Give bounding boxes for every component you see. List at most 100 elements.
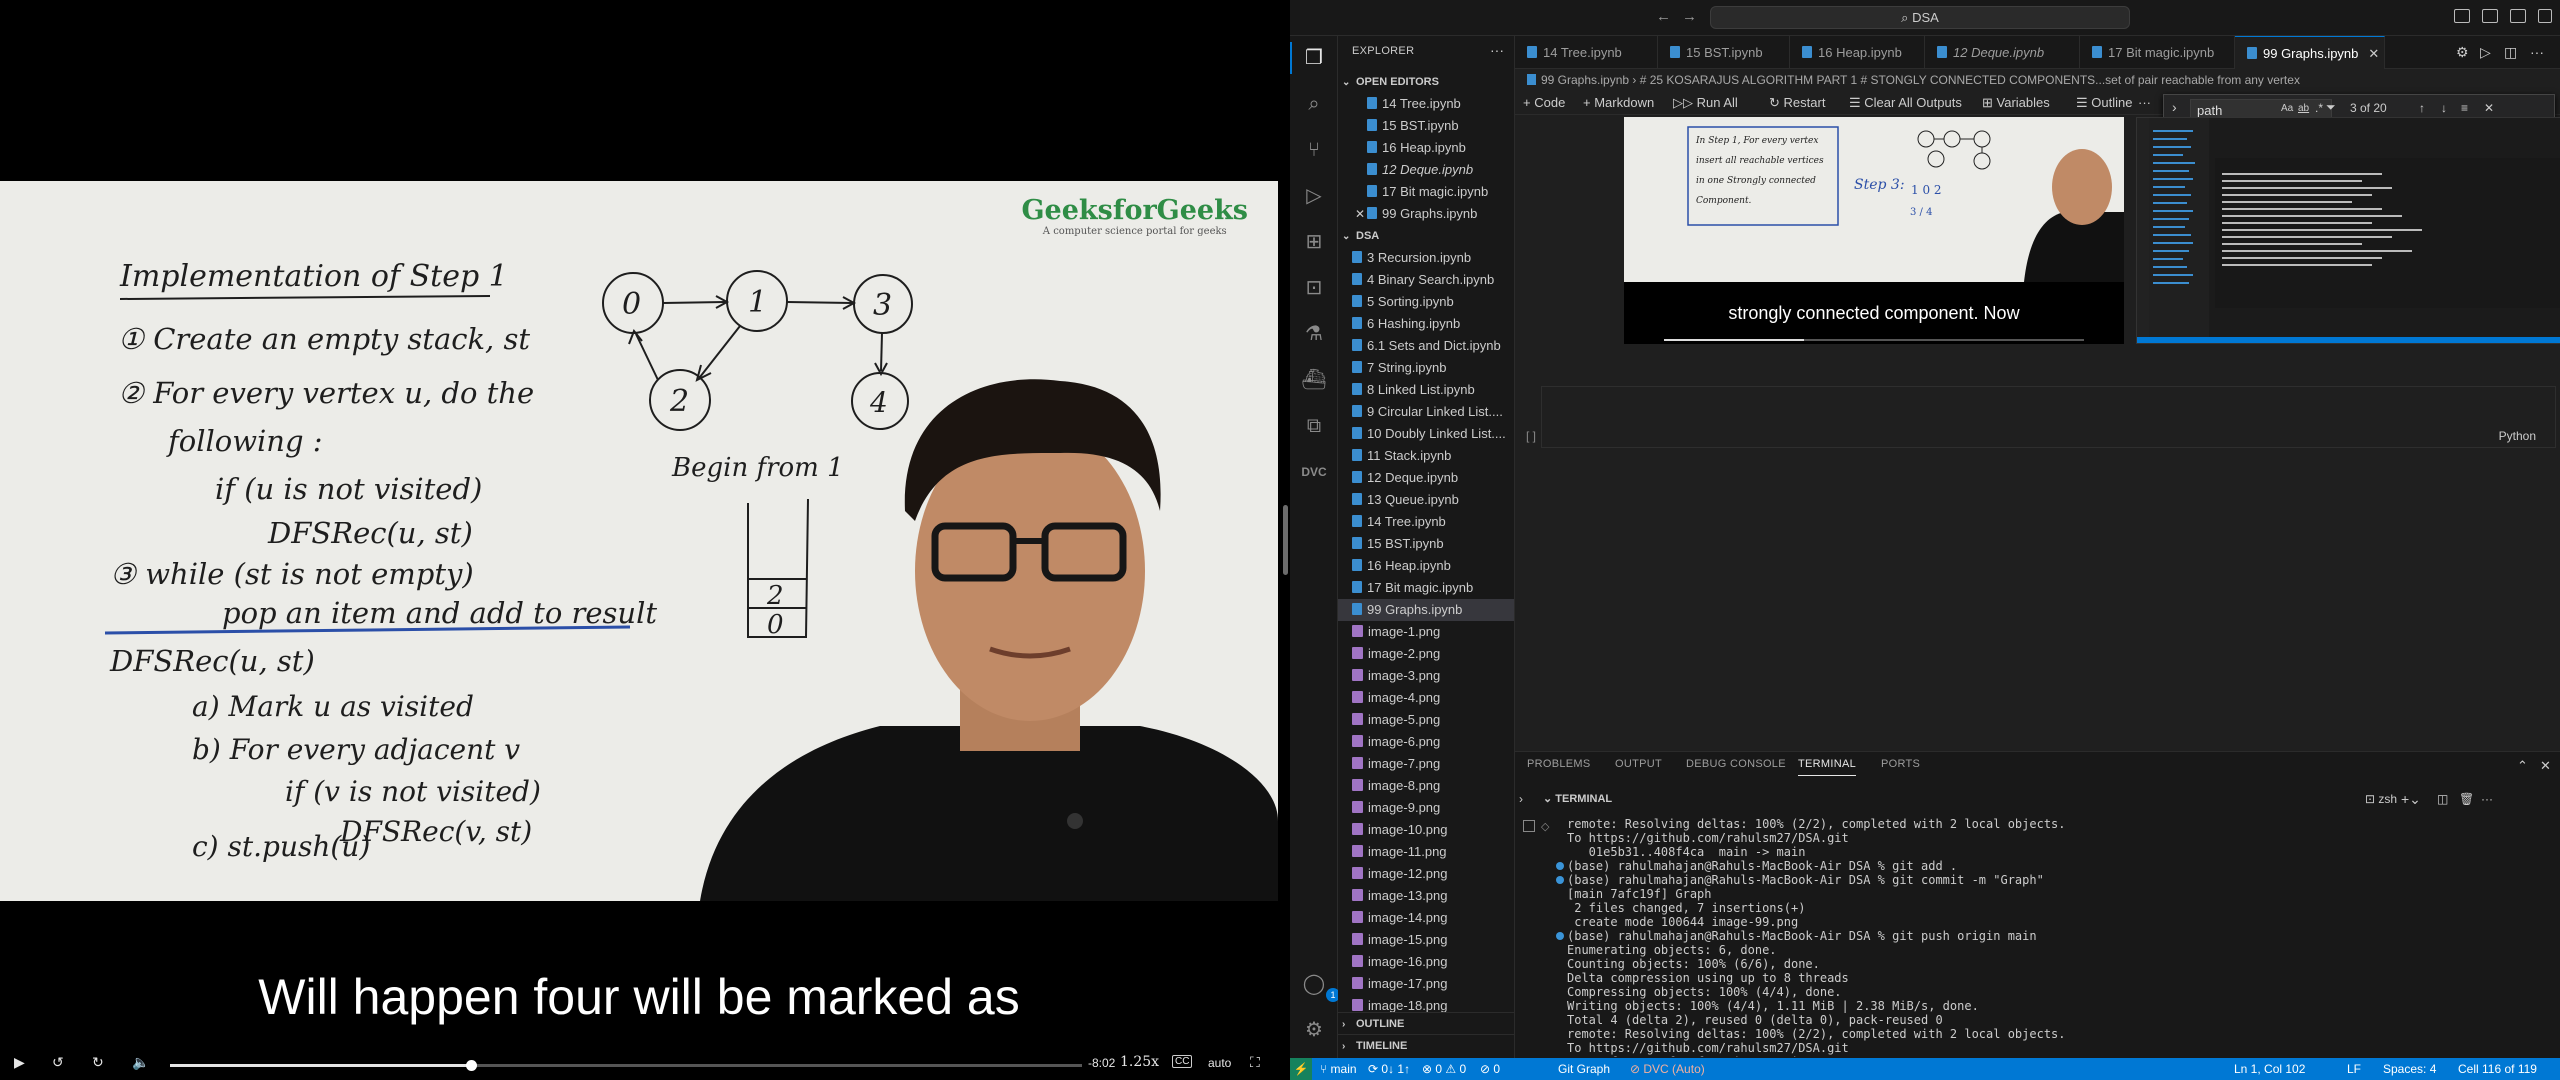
ports-indicator[interactable]: ⊘ 0	[1480, 1058, 1500, 1080]
forward-icon[interactable]: →	[1682, 8, 1697, 25]
close-panel-icon[interactable]: ✕	[2540, 758, 2551, 774]
terminal-collapse-icon[interactable]: ›	[1519, 792, 1523, 806]
clear-outputs-button[interactable]: ☰ Clear All Outputs	[1849, 91, 1962, 115]
file-tree-item[interactable]: image-3.png	[1338, 665, 1514, 687]
open-editor-item[interactable]: 12 Deque.ipynb	[1338, 159, 1514, 181]
end-of-line[interactable]: LF	[2347, 1058, 2361, 1080]
file-tree-item[interactable]: 16 Heap.ipynb	[1338, 555, 1514, 577]
terminal-more-icon[interactable]: ···	[2481, 792, 2493, 806]
panel-tab[interactable]: PROBLEMS	[1527, 758, 1591, 775]
split-terminal-icon[interactable]: ◫	[2437, 792, 2448, 806]
file-tree-item[interactable]: 7 String.ipynb	[1338, 357, 1514, 379]
file-tree-item[interactable]: 15 BST.ipynb	[1338, 533, 1514, 555]
branch-indicator[interactable]: ⑂ main	[1320, 1058, 1357, 1080]
file-tree-item[interactable]: image-8.png	[1338, 775, 1514, 797]
file-tree-item[interactable]: 6 Hashing.ipynb	[1338, 313, 1514, 335]
quality-button[interactable]: auto	[1208, 1056, 1231, 1070]
file-tree-item[interactable]: image-10.png	[1338, 819, 1514, 841]
video-frame[interactable]: Implementation of Step 1 ① Create an emp…	[0, 181, 1278, 901]
extensions-icon[interactable]: ⊞	[1300, 228, 1328, 256]
output-video-thumbnail[interactable]: In Step 1, For every vertex insert all r…	[1624, 117, 2124, 344]
open-editor-item[interactable]: 16 Heap.ipynb	[1338, 137, 1514, 159]
file-tree-item[interactable]: 8 Linked List.ipynb	[1338, 379, 1514, 401]
indentation[interactable]: Spaces: 4	[2383, 1058, 2436, 1080]
file-tree-item[interactable]: image-6.png	[1338, 731, 1514, 753]
run-debug-icon[interactable]: ▷	[1300, 182, 1328, 210]
remote-indicator-icon[interactable]: ⚡	[1290, 1058, 1312, 1080]
captions-button[interactable]: CC	[1172, 1055, 1193, 1068]
volume-icon[interactable]: 🔈	[132, 1054, 149, 1071]
cell-indicator[interactable]: Cell 116 of 119	[2458, 1058, 2537, 1080]
timeline-header[interactable]: › TIMELINE	[1338, 1034, 1514, 1056]
output-screenshot[interactable]	[2136, 117, 2560, 344]
video-player[interactable]: Implementation of Step 1 ① Create an emp…	[0, 0, 1288, 1080]
file-tree-item[interactable]: 9 Circular Linked List....	[1338, 401, 1514, 423]
speed-button[interactable]: 1.25x	[1120, 1054, 1159, 1070]
file-tree-item[interactable]: image-16.png	[1338, 951, 1514, 973]
run-all-button[interactable]: ▷▷ Run All	[1673, 91, 1738, 115]
match-case-toggle[interactable]: Aa	[2281, 103, 2293, 114]
breadcrumb-symbol[interactable]: # 25 KOSARAJUS ALGORITHM PART 1 # STONGL…	[1640, 73, 2300, 87]
open-editor-item[interactable]: 14 Tree.ipynb	[1338, 93, 1514, 115]
toolbar-more-button[interactable]: ···	[2138, 91, 2151, 115]
open-editor-item[interactable]: ✕ 99 Graphs.ipynb	[1338, 203, 1514, 225]
breadcrumb-file[interactable]: 99 Graphs.ipynb	[1541, 73, 1629, 87]
file-tree-item[interactable]: 17 Bit magic.ipynb	[1338, 577, 1514, 599]
run-icon[interactable]: ▷	[2480, 44, 2491, 61]
forward-10-icon[interactable]: ↻	[92, 1054, 104, 1071]
file-tree-item[interactable]: image-13.png	[1338, 885, 1514, 907]
file-tree-item[interactable]: 12 Deque.ipynb	[1338, 467, 1514, 489]
git-graph-button[interactable]: Git Graph	[1558, 1058, 1610, 1080]
file-tree-item[interactable]: image-9.png	[1338, 797, 1514, 819]
file-tree-item[interactable]: 14 Tree.ipynb	[1338, 511, 1514, 533]
file-tree-item[interactable]: 3 Recursion.ipynb	[1338, 247, 1514, 269]
kill-terminal-icon[interactable]: 🗑	[2459, 792, 2474, 806]
close-icon[interactable]: ✕	[2368, 46, 2379, 61]
containers-icon[interactable]: ⧉	[1300, 412, 1328, 440]
file-tree-item[interactable]: image-1.png	[1338, 621, 1514, 643]
file-tree-item[interactable]: image-4.png	[1338, 687, 1514, 709]
outline-button[interactable]: ☰ Outline	[2076, 91, 2132, 115]
file-tree-item[interactable]: image-7.png	[1338, 753, 1514, 775]
regex-toggle[interactable]: .*	[2315, 101, 2323, 115]
whole-word-toggle[interactable]: ab	[2298, 103, 2309, 114]
dvc-icon[interactable]: DVC	[1300, 458, 1328, 486]
editor-tab[interactable]: 12 Deque.ipynb	[1925, 36, 2080, 69]
open-editor-item[interactable]: 17 Bit magic.ipynb	[1338, 181, 1514, 203]
toggle-panel-icon[interactable]	[2482, 9, 2498, 23]
back-icon[interactable]: ←	[1656, 8, 1671, 25]
progress-bar[interactable]	[170, 1060, 1082, 1071]
fullscreen-icon[interactable]: ⛶	[1250, 1054, 1260, 1071]
file-tree-item[interactable]: 99 Graphs.ipynb	[1338, 599, 1514, 621]
editor-tab[interactable]: 15 BST.ipynb	[1658, 36, 1790, 69]
file-tree-item[interactable]: 11 Stack.ipynb	[1338, 445, 1514, 467]
split-resize-handle[interactable]	[1283, 505, 1288, 575]
settings-gear-icon[interactable]: ⚙	[1300, 1016, 1328, 1044]
file-tree-item[interactable]: image-2.png	[1338, 643, 1514, 665]
close-icon[interactable]: ✕	[1355, 203, 1367, 225]
cursor-position[interactable]: Ln 1, Col 102	[2234, 1058, 2305, 1080]
file-tree-item[interactable]: image-14.png	[1338, 907, 1514, 929]
source-control-icon[interactable]: ⑂	[1300, 136, 1328, 164]
file-tree-item[interactable]: 10 Doubly Linked List....	[1338, 423, 1514, 445]
file-tree-item[interactable]: 4 Binary Search.ipynb	[1338, 269, 1514, 291]
explorer-icon[interactable]: ❐	[1300, 44, 1328, 72]
terminal-output[interactable]: remote: Resolving deltas: 100% (2/2), co…	[1556, 817, 2546, 1057]
more-actions-icon[interactable]: ···	[2530, 44, 2544, 60]
editor-tab[interactable]: 16 Heap.ipynb	[1790, 36, 1925, 69]
rewind-10-icon[interactable]: ↺	[52, 1054, 64, 1071]
panel-tab[interactable]: TERMINAL	[1798, 758, 1857, 776]
terminal-shell-label[interactable]: ⊡ zsh	[2365, 792, 2397, 806]
gear-icon[interactable]: ⚙	[2456, 44, 2469, 61]
open-editor-item[interactable]: 15 BST.ipynb	[1338, 115, 1514, 137]
toggle-primary-sidebar-icon[interactable]	[2454, 9, 2470, 23]
file-tree-item[interactable]: image-12.png	[1338, 863, 1514, 885]
command-center[interactable]: ⌕ DSA	[1710, 6, 2130, 29]
file-tree-item[interactable]: image-17.png	[1338, 973, 1514, 995]
next-match-icon[interactable]: ↓	[2441, 101, 2447, 115]
find-in-selection-icon[interactable]: ≡	[2461, 101, 2468, 115]
file-tree-item[interactable]: image-11.png	[1338, 841, 1514, 863]
docker-icon[interactable]: ⛴	[1300, 366, 1328, 394]
previous-match-icon[interactable]: ↑	[2419, 101, 2425, 115]
more-actions-icon[interactable]: ···	[1490, 42, 1504, 58]
